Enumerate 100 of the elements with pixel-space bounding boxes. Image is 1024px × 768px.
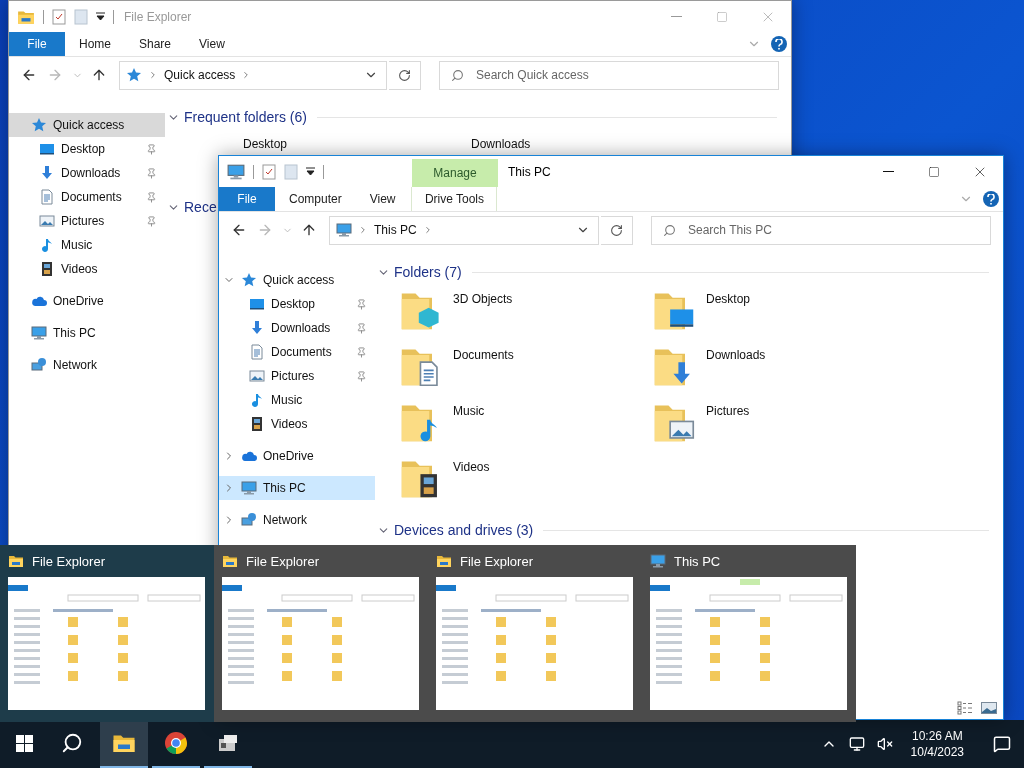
window-title: File Explorer: [32, 553, 105, 569]
taskbar-app-button[interactable]: [100, 720, 148, 768]
folder-label[interactable]: 3D Objects: [453, 288, 513, 306]
nav-item[interactable]: Desktop: [9, 137, 165, 161]
address-bar[interactable]: Quick access: [119, 60, 387, 90]
monitor-icon: [336, 222, 352, 238]
context-tab-header: Manage: [412, 159, 498, 187]
nav-item[interactable]: Pictures: [219, 364, 375, 388]
nav-item[interactable]: OneDrive: [9, 289, 165, 313]
film-icon: [39, 261, 55, 277]
section-heading: Rece: [184, 199, 217, 215]
folder-icon: [8, 553, 24, 569]
chevron-right-icon: [148, 70, 158, 80]
picture-icon: [249, 368, 265, 384]
monitor-icon: [227, 162, 245, 181]
download-arrow-icon: [39, 165, 55, 181]
folder-label[interactable]: Desktop: [706, 288, 751, 306]
monitor-icon: [848, 736, 865, 752]
nav-item[interactable]: Music: [219, 388, 375, 412]
file-tab[interactable]: File: [219, 187, 275, 211]
refresh-icon: [610, 223, 623, 237]
nav-item[interactable]: OneDrive: [219, 444, 375, 468]
search-icon: [451, 68, 464, 82]
nav-item[interactable]: Music: [9, 233, 165, 257]
monitor-icon: [31, 325, 47, 341]
properties-icon[interactable]: [52, 8, 66, 25]
refresh-icon: [398, 68, 411, 82]
window-title: File Explorer: [460, 553, 533, 569]
section-heading: Folders (7): [394, 264, 462, 280]
document-icon: [39, 189, 55, 205]
star-icon: [241, 272, 257, 288]
arrow-right-icon: [47, 67, 63, 83]
breadcrumb-item[interactable]: Quick access: [164, 68, 236, 82]
ribbon-tab[interactable]: Computer: [275, 187, 356, 211]
ribbon-tab[interactable]: Home: [65, 32, 125, 56]
chevron-right-icon: [358, 225, 368, 235]
nav-item[interactable]: This PC: [219, 476, 375, 500]
folder-label[interactable]: Downloads: [706, 344, 766, 362]
file-tab[interactable]: File: [9, 32, 65, 56]
search-field[interactable]: Search Quick access: [439, 60, 779, 90]
breadcrumb-item[interactable]: This PC: [374, 223, 417, 237]
caret-icon[interactable]: [96, 12, 105, 21]
nav-item[interactable]: Quick access: [219, 268, 375, 292]
star-icon: [126, 67, 142, 83]
network-icon: [241, 512, 257, 528]
window-preview[interactable]: File Explorer: [0, 545, 214, 722]
refresh-button[interactable]: [389, 60, 421, 90]
search-field[interactable]: Search This PC: [651, 215, 991, 245]
folder-icon: [436, 553, 452, 569]
nav-item[interactable]: Network: [9, 353, 165, 377]
ribbon-tab[interactable]: Share: [125, 32, 186, 56]
arrow-right-icon: [257, 222, 273, 238]
download-arrow-icon: [249, 320, 265, 336]
folder-label[interactable]: Documents: [453, 344, 514, 362]
folder-label[interactable]: Pictures: [706, 400, 750, 418]
clock[interactable]: 10:26 AM 10/4/2023: [902, 728, 972, 760]
nav-item[interactable]: Downloads: [9, 161, 165, 185]
nav-item[interactable]: Documents: [219, 340, 375, 364]
section-heading: Frequent folders (6): [184, 109, 307, 125]
star-icon: [31, 117, 47, 133]
window-title: This PC: [674, 553, 721, 569]
nav-item[interactable]: Downloads: [219, 316, 375, 340]
network-icon: [31, 357, 47, 373]
ribbon-tab[interactable]: View: [355, 187, 410, 211]
minimize-icon: [670, 16, 682, 17]
maximize-icon: [716, 10, 728, 23]
search-icon: [663, 223, 676, 237]
nav-item[interactable]: Pictures: [9, 209, 165, 233]
minimize-icon: [882, 171, 894, 172]
nav-item[interactable]: Videos: [219, 412, 375, 436]
music-note-icon: [249, 392, 265, 408]
large-icons-view-icon[interactable]: [981, 701, 997, 715]
folder-label[interactable]: Downloads: [471, 133, 531, 151]
nav-item[interactable]: Videos: [9, 257, 165, 281]
picture-icon: [39, 213, 55, 229]
properties-icon[interactable]: [262, 163, 276, 180]
nav-item[interactable]: Desktop: [219, 292, 375, 316]
nav-item[interactable]: Documents: [9, 185, 165, 209]
details-view-icon[interactable]: [957, 701, 973, 715]
help-button[interactable]: [771, 36, 787, 52]
window-preview[interactable]: File Explorer: [428, 545, 642, 722]
clock-time: 10:26 AM: [911, 728, 963, 744]
caret-icon[interactable]: [306, 167, 315, 176]
folder-label[interactable]: Music: [453, 400, 485, 418]
window-preview[interactable]: This PC: [642, 545, 856, 722]
refresh-button[interactable]: [601, 215, 633, 245]
maximize-icon: [928, 165, 940, 178]
window-preview[interactable]: File Explorer: [214, 545, 428, 722]
help-button[interactable]: [983, 191, 999, 207]
folder-label[interactable]: Desktop: [243, 133, 288, 151]
nav-item[interactable]: Network: [219, 508, 375, 532]
folder-label[interactable]: Videos: [453, 456, 490, 474]
clock-date: 10/4/2023: [910, 744, 964, 760]
nav-item[interactable]: This PC: [9, 321, 165, 345]
windows-logo-icon: [15, 734, 33, 752]
speaker-muted-icon: [876, 736, 893, 752]
nav-item[interactable]: Quick access: [9, 113, 165, 137]
ribbon-tab[interactable]: View: [185, 32, 239, 56]
window-title: File Explorer: [246, 553, 319, 569]
address-bar[interactable]: This PC: [329, 215, 599, 245]
